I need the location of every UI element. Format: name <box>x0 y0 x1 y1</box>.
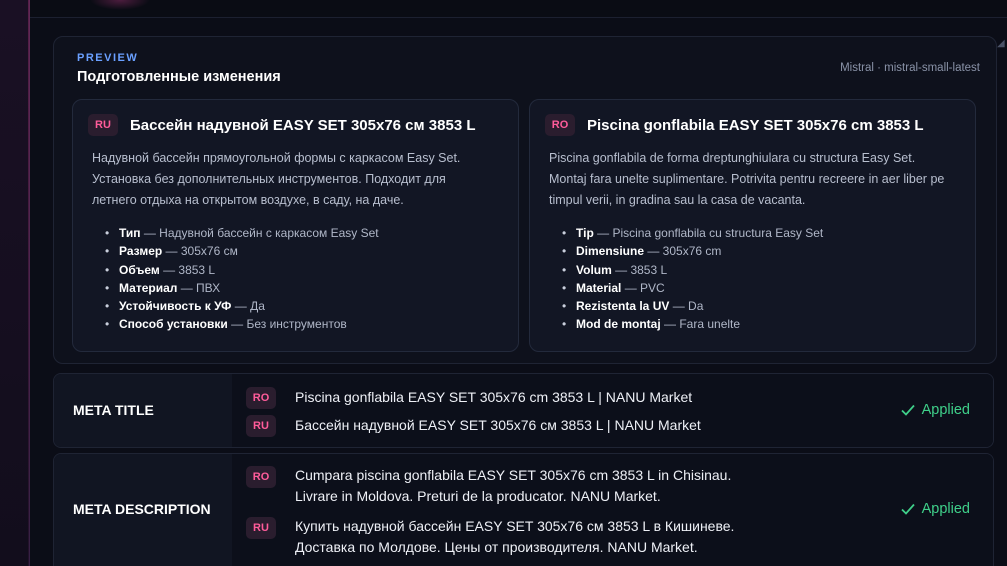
attribute-item: Material — PVC <box>560 279 823 298</box>
preview-panel: PREVIEW Подготовленные изменения Mistral… <box>53 36 997 364</box>
scroll-indicator-icon[interactable]: ◢ <box>997 38 1005 49</box>
left-sidebar-rail <box>0 0 30 566</box>
card-ro: RO Piscina gonflabila EASY SET 305x76 cm… <box>529 99 976 352</box>
lang-badge-ro: RO <box>545 114 575 136</box>
meta-description-label: META DESCRIPTION <box>73 501 211 517</box>
card-ro-attributes: Tip — Piscina gonflabila cu structura Ea… <box>560 224 823 334</box>
meta-title-label-column: META TITLE <box>54 374 232 447</box>
meta-title-label: META TITLE <box>73 402 154 418</box>
meta-description-status: Applied <box>900 501 970 517</box>
meta-title-ro-line: RO Piscina gonflabila EASY SET 305x76 cm… <box>246 387 692 409</box>
card-ru: RU Бассейн надувной EASY SET 305x76 см 3… <box>72 99 519 352</box>
status-text: Applied <box>921 501 970 517</box>
meta-description-label-column: META DESCRIPTION <box>54 454 232 566</box>
attribute-item: Устойчивость к УФ — Да <box>103 297 379 316</box>
lang-badge-ru: RU <box>246 517 276 539</box>
attribute-item: Тип — Надувной бассейн с каркасом Easy S… <box>103 224 379 243</box>
status-text: Applied <box>921 402 970 418</box>
meta-title-status: Applied <box>900 402 970 418</box>
check-icon <box>900 404 915 416</box>
meta-title-ru-line: RU Бассейн надувной EASY SET 305x76 см 3… <box>246 415 701 437</box>
attribute-item: Размер — 305x76 см <box>103 242 379 261</box>
preview-label: PREVIEW <box>77 52 139 64</box>
top-header-strip <box>30 0 1007 18</box>
card-ro-header: RO Piscina gonflabila EASY SET 305x76 cm… <box>545 114 924 136</box>
lang-badge-ro: RO <box>246 387 276 409</box>
meta-title-ru-text: Бассейн надувной EASY SET 305x76 см 3853… <box>295 417 701 433</box>
card-ru-title: Бассейн надувной EASY SET 305x76 см 3853… <box>130 116 476 134</box>
meta-title-ro-text: Piscina gonflabila EASY SET 305x76 cm 38… <box>295 389 693 405</box>
attribute-item: Dimensiune — 305x76 cm <box>560 242 823 261</box>
meta-description-ro-text: Cumpara piscina gonflabila EASY SET 305x… <box>295 467 732 504</box>
card-ro-description: Piscina gonflabila de forma dreptunghiul… <box>549 151 945 207</box>
check-icon <box>900 503 915 515</box>
attribute-item: Материал — ПВХ <box>103 279 379 298</box>
meta-description-row: META DESCRIPTION RO Cumpara piscina gonf… <box>53 453 994 566</box>
meta-title-row: META TITLE RO Piscina gonflabila EASY SE… <box>53 373 994 448</box>
card-ro-title: Piscina gonflabila EASY SET 305x76 cm 38… <box>587 116 924 134</box>
lang-badge-ro: RO <box>246 466 276 488</box>
card-ru-header: RU Бассейн надувной EASY SET 305x76 см 3… <box>88 114 476 136</box>
lang-badge-ru: RU <box>88 114 118 136</box>
meta-description-ro-line: RO Cumpara piscina gonflabila EASY SET 3… <box>246 465 731 506</box>
attribute-item: Способ установки — Без инструментов <box>103 315 379 334</box>
attribute-item: Rezistenta la UV — Da <box>560 297 823 316</box>
attribute-item: Tip — Piscina gonflabila cu structura Ea… <box>560 224 823 243</box>
card-ru-attributes: Тип — Надувной бассейн с каркасом Easy S… <box>103 224 379 334</box>
meta-description-ru-line: RU Купить надувной бассейн EASY SET 305x… <box>246 516 734 557</box>
attribute-item: Объем — 3853 L <box>103 261 379 280</box>
attribute-item: Mod de montaj — Fara unelte <box>560 315 823 334</box>
card-ru-description: Надувной бассейн прямоугольной формы с к… <box>92 151 461 207</box>
lang-badge-ru: RU <box>246 415 276 437</box>
meta-description-ru-text: Купить надувной бассейн EASY SET 305x76 … <box>295 518 735 555</box>
attribute-item: Volum — 3853 L <box>560 261 823 280</box>
preview-title: Подготовленные изменения <box>77 69 281 85</box>
header-glow <box>90 0 150 10</box>
model-info: Mistral · mistral-small-latest <box>840 62 980 74</box>
